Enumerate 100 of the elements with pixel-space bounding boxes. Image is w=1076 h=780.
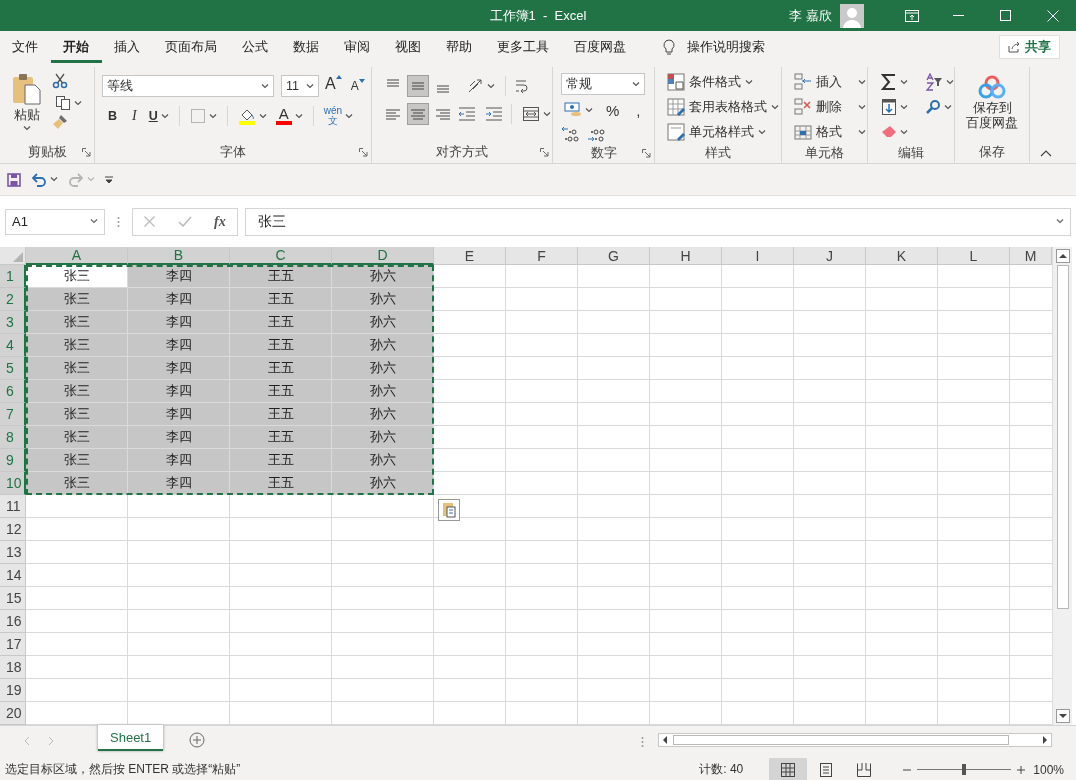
splitter-handle-icon[interactable] <box>641 736 644 748</box>
ribbon-menu-button[interactable]: 单元格样式 <box>665 121 768 143</box>
row-header[interactable]: 20 <box>0 702 26 725</box>
row-header[interactable]: 3 <box>0 311 26 334</box>
ribbon-menu-button[interactable]: 插入 <box>792 71 868 93</box>
row-header[interactable]: 16 <box>0 610 26 633</box>
dialog-launcher-icon[interactable] <box>540 147 549 157</box>
column-header[interactable]: E <box>434 247 506 265</box>
format-painter-icon[interactable] <box>52 114 68 130</box>
zoom-in-icon[interactable] <box>1017 765 1026 774</box>
column-header[interactable]: H <box>650 247 722 265</box>
row-header[interactable]: 15 <box>0 587 26 610</box>
row-header[interactable]: 14 <box>0 564 26 587</box>
ribbon-tab[interactable]: 审阅 <box>332 31 383 63</box>
column-header[interactable]: D <box>332 247 434 265</box>
ribbon-menu-button[interactable]: 条件格式 <box>665 71 755 93</box>
dialog-launcher-icon[interactable] <box>82 147 91 157</box>
insert-function-button[interactable]: fx <box>214 213 226 230</box>
scrollbar-thumb[interactable] <box>673 735 1009 745</box>
undo-button[interactable] <box>31 172 58 187</box>
scrollbar-thumb[interactable] <box>1056 265 1069 609</box>
scroll-down-icon[interactable] <box>1055 709 1070 723</box>
number-format-field[interactable]: 常规 <box>561 73 645 95</box>
font-name-field[interactable]: 等线 <box>102 75 274 97</box>
font-size-field[interactable]: 11 <box>281 75 319 97</box>
ribbon-tab[interactable]: 更多工具 <box>485 31 562 63</box>
row-header[interactable]: 10 <box>0 472 26 495</box>
column-header[interactable]: G <box>578 247 650 265</box>
save-to-cloud-button[interactable]: 保存到 百度网盘 <box>964 73 1020 133</box>
column-header[interactable]: C <box>230 247 332 265</box>
checkmark-icon[interactable] <box>177 216 192 227</box>
ribbon-tab[interactable]: 公式 <box>230 31 281 63</box>
add-sheet-icon[interactable] <box>189 732 206 748</box>
column-header[interactable]: M <box>1010 247 1052 265</box>
paste-options-icon[interactable] <box>438 499 460 521</box>
column-header[interactable]: L <box>938 247 1010 265</box>
formula-field[interactable]: 张三 <box>245 207 1071 236</box>
column-header[interactable]: A <box>26 247 128 265</box>
maximize-icon[interactable] <box>1000 10 1011 21</box>
row-header[interactable]: 19 <box>0 679 26 702</box>
row-header[interactable]: 1 <box>0 265 26 288</box>
column-header[interactable]: I <box>722 247 794 265</box>
collapse-ribbon-icon[interactable] <box>1040 150 1052 157</box>
increase-font-size-button[interactable]: A <box>322 75 345 97</box>
cell: 孙六 <box>332 403 434 426</box>
underline-button[interactable]: U <box>145 105 172 127</box>
zoom-level[interactable]: 100% <box>1033 762 1064 777</box>
dialog-launcher-icon[interactable] <box>359 147 368 157</box>
ribbon-tab[interactable]: 文件 <box>0 31 51 63</box>
row-header[interactable]: 8 <box>0 426 26 449</box>
save-icon[interactable] <box>7 172 21 187</box>
row-header[interactable]: 4 <box>0 334 26 357</box>
row-header[interactable]: 13 <box>0 541 26 564</box>
font-color-button[interactable]: A <box>272 105 306 127</box>
ribbon-tab[interactable]: 百度网盘 <box>562 31 639 63</box>
ribbon-display-icon[interactable] <box>904 9 919 22</box>
dialog-launcher-icon[interactable] <box>642 148 651 158</box>
ribbon-tab[interactable]: 数据 <box>281 31 332 63</box>
ribbon-menu-button[interactable]: 格式 <box>792 121 868 143</box>
comma-style-button[interactable]: , <box>629 99 648 121</box>
ribbon-tab[interactable]: 页面布局 <box>153 31 230 63</box>
italic-button[interactable]: I <box>126 105 143 127</box>
name-box[interactable]: A1 <box>5 208 105 235</box>
customize-toolbar-icon[interactable] <box>105 175 113 184</box>
column-header[interactable]: F <box>506 247 578 265</box>
avatar-icon[interactable] <box>840 3 864 28</box>
paste-button[interactable]: 粘贴 <box>10 71 44 133</box>
lightbulb-icon[interactable] <box>663 38 675 56</box>
view-button[interactable] <box>769 758 808 780</box>
bold-button[interactable]: B <box>102 105 124 127</box>
column-header[interactable]: J <box>794 247 866 265</box>
ribbon-menu-button[interactable]: 套用表格格式 <box>665 96 781 118</box>
tell-me-search[interactable]: 操作说明搜索 <box>687 38 765 56</box>
column-header[interactable]: B <box>128 247 230 265</box>
row-header[interactable]: 6 <box>0 380 26 403</box>
percent-button[interactable]: % <box>599 99 627 121</box>
drag-handle-icon[interactable] <box>117 215 120 228</box>
ribbon-tab[interactable]: 视图 <box>383 31 434 63</box>
row-header[interactable]: 11 <box>0 495 26 518</box>
column-header[interactable]: K <box>866 247 938 265</box>
row-header[interactable]: 12 <box>0 518 26 541</box>
sheet-tab[interactable]: Sheet1 <box>98 725 164 751</box>
ribbon-menu-button[interactable]: 删除 <box>792 96 868 118</box>
ribbon-tab[interactable]: 插入 <box>102 31 153 63</box>
scroll-up-icon[interactable] <box>1055 249 1070 263</box>
row-header[interactable]: 2 <box>0 288 26 311</box>
row-header[interactable]: 17 <box>0 633 26 656</box>
scissors-icon[interactable] <box>52 73 68 89</box>
decrease-font-size-button[interactable]: A <box>347 75 368 97</box>
row-header[interactable]: 9 <box>0 449 26 472</box>
close-icon[interactable] <box>1046 9 1059 22</box>
row-header[interactable]: 7 <box>0 403 26 426</box>
increase-decimal-icon[interactable] <box>561 125 581 143</box>
share-button[interactable]: 共享 <box>999 35 1060 59</box>
ribbon-tab[interactable]: 帮助 <box>434 31 485 63</box>
row-header[interactable]: 5 <box>0 357 26 380</box>
phonetic-guide-button[interactable]: wén 文 <box>320 105 357 127</box>
row-header[interactable]: 18 <box>0 656 26 679</box>
slider-thumb[interactable] <box>962 764 967 775</box>
wrap-text-icon[interactable] <box>513 77 531 95</box>
